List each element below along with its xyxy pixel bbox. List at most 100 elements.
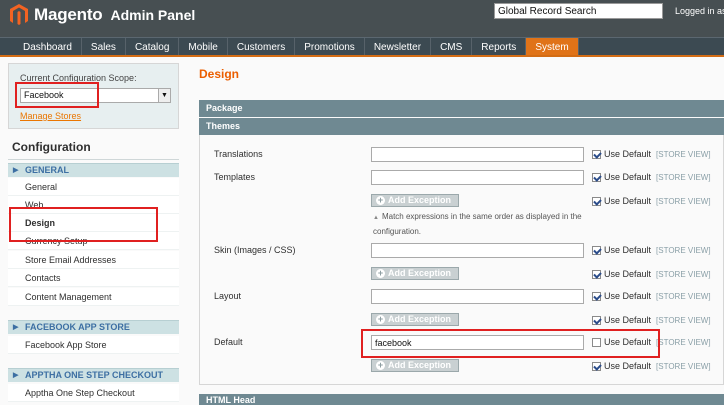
store-view-label: [STORE VIEW] [656,245,711,255]
default-use-default[interactable]: Use Default [STORE VIEW] [592,337,711,347]
templates-exception-use-default[interactable]: Use Default [STORE VIEW] [592,196,711,206]
use-default-label: Use Default [604,291,652,301]
store-view-label: [STORE VIEW] [656,337,711,347]
page-title: Design [199,67,240,81]
use-default-label: Use Default [604,361,652,371]
configuration-title: Configuration [12,140,91,154]
use-default-checkbox[interactable] [592,337,601,347]
plus-icon: + [376,314,385,324]
triangle-up-icon: ▲ [373,215,379,221]
nav-promotions[interactable]: Promotions [295,38,365,55]
group-apptha-one-step-checkout[interactable]: ▶ APPTHA ONE STEP CHECKOUT [8,368,179,382]
sidebar-item-apptha-one-step-checkout[interactable]: Apptha One Step Checkout [8,384,179,402]
use-default-label: Use Default [604,337,652,347]
store-view-label: [STORE VIEW] [656,315,711,325]
default-add-exception-button[interactable]: + Add Exception [371,359,459,372]
triangle-right-icon: ▶ [13,324,19,331]
sidebar-item-design[interactable]: Design [8,214,179,232]
nav-dashboard[interactable]: Dashboard [14,38,82,55]
add-exception-label: Add Exception [388,314,452,324]
use-default-label: Use Default [604,149,652,159]
group-facebook-app-store-title: FACEBOOK APP STORE [25,322,130,332]
templates-use-default[interactable]: Use Default [STORE VIEW] [592,172,711,182]
use-default-label: Use Default [604,315,652,325]
use-default-label: Use Default [604,196,652,206]
skin-label: Skin (Images / CSS) [214,245,296,255]
nav-cms[interactable]: CMS [431,38,473,55]
nav-sales[interactable]: Sales [82,38,126,55]
plus-icon: + [376,195,385,205]
layout-use-default[interactable]: Use Default [STORE VIEW] [592,291,711,301]
nav-system[interactable]: System [526,38,579,55]
translations-label: Translations [214,149,263,159]
sidebar-item-facebook-app-store[interactable]: Facebook App Store [8,336,179,354]
use-default-checkbox[interactable] [592,172,601,182]
skin-use-default[interactable]: Use Default [STORE VIEW] [592,245,711,255]
sidebar-item-currency-setup[interactable]: Currency Setup [8,232,179,250]
section-package-header[interactable]: Package [199,100,724,117]
add-exception-label: Add Exception [388,268,452,278]
store-view-label: [STORE VIEW] [656,172,711,182]
skin-exception-use-default[interactable]: Use Default [STORE VIEW] [592,269,711,279]
sidebar-item-web[interactable]: Web [8,196,179,214]
translations-use-default[interactable]: Use Default [STORE VIEW] [592,149,711,159]
section-html-head-header[interactable]: HTML Head [199,394,724,405]
templates-add-exception-button[interactable]: + Add Exception [371,194,459,207]
use-default-checkbox[interactable] [592,291,601,301]
group-facebook-app-store[interactable]: ▶ FACEBOOK APP STORE [8,320,179,334]
sidebar-item-content-management[interactable]: Content Management [8,288,179,306]
main-nav: Dashboard Sales Catalog Mobile Customers… [0,37,724,57]
scope-label: Current Configuration Scope: [20,73,137,83]
default-theme-input[interactable] [371,335,584,350]
magento-logo[interactable]: Magento Admin Panel [10,4,195,26]
use-default-checkbox[interactable] [592,149,601,159]
default-exception-use-default[interactable]: Use Default [STORE VIEW] [592,361,711,371]
group-apptha-title: APPTHA ONE STEP CHECKOUT [25,370,164,380]
use-default-label: Use Default [604,245,652,255]
section-themes-header[interactable]: Themes [199,118,724,135]
use-default-label: Use Default [604,269,652,279]
nav-reports[interactable]: Reports [472,38,527,55]
skin-add-exception-button[interactable]: + Add Exception [371,267,459,280]
layout-add-exception-button[interactable]: + Add Exception [371,313,459,326]
sidebar-item-store-email-addresses[interactable]: Store Email Addresses [8,251,179,269]
layout-input[interactable] [371,289,584,304]
exception-hint: ▲ Match expressions in the same order as … [373,210,583,238]
use-default-checkbox[interactable] [592,361,601,371]
store-view-label: [STORE VIEW] [656,361,711,371]
nav-newsletter[interactable]: Newsletter [365,38,432,55]
use-default-checkbox[interactable] [592,196,601,206]
skin-input[interactable] [371,243,584,258]
templates-input[interactable] [371,170,584,185]
sidebar-item-contacts[interactable]: Contacts [8,269,179,287]
plus-icon: + [376,360,385,370]
manage-stores-link[interactable]: Manage Stores [20,111,81,121]
layout-label: Layout [214,291,242,301]
global-search-input[interactable] [494,3,663,19]
magento-logo-icon [10,4,28,25]
store-view-label: [STORE VIEW] [656,269,711,279]
exception-hint-text: Match expressions in the same order as d… [373,212,582,236]
use-default-checkbox[interactable] [592,315,601,325]
store-view-label: [STORE VIEW] [656,291,711,301]
scope-switcher: Current Configuration Scope: Facebook ▼ … [8,63,179,129]
use-default-checkbox[interactable] [592,269,601,279]
nav-customers[interactable]: Customers [228,38,296,55]
layout-exception-use-default[interactable]: Use Default [STORE VIEW] [592,315,711,325]
plus-icon: + [376,268,385,278]
group-general[interactable]: ▶ GENERAL [8,163,179,177]
header: Magento Admin Panel Logged in as [0,0,724,37]
nav-catalog[interactable]: Catalog [126,38,180,55]
group-general-title: GENERAL [25,165,70,175]
triangle-right-icon: ▶ [13,167,19,174]
triangle-right-icon: ▶ [13,372,19,379]
use-default-checkbox[interactable] [592,245,601,255]
logged-in-text: Logged in as [675,6,724,16]
nav-mobile[interactable]: Mobile [179,38,228,55]
store-view-label: [STORE VIEW] [656,149,711,159]
logo-text: Magento [34,5,103,24]
add-exception-label: Add Exception [388,195,452,205]
scope-select[interactable]: Facebook ▼ [20,88,171,103]
translations-input[interactable] [371,147,584,162]
sidebar-item-general[interactable]: General [8,178,179,196]
